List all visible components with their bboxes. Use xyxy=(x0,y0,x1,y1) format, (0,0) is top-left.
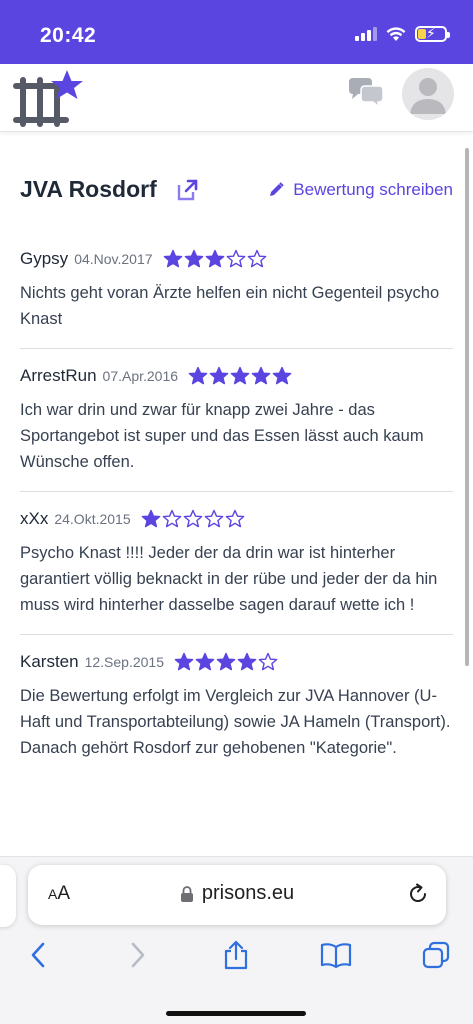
pencil-icon xyxy=(270,182,284,196)
status-bar: 20:42 ⚡ xyxy=(0,0,473,64)
review-date: 04.Nov.2017 xyxy=(74,251,153,267)
app-header xyxy=(0,64,473,132)
star-filled-icon xyxy=(163,249,182,268)
star-filled-icon xyxy=(184,249,203,268)
home-indicator xyxy=(166,1011,306,1016)
star-filled-icon xyxy=(174,652,194,671)
previous-tab-card[interactable] xyxy=(0,865,16,927)
bookmarks-icon[interactable] xyxy=(318,937,354,973)
chat-bubbles-icon[interactable] xyxy=(346,76,386,112)
url-text[interactable]: prisons.eu xyxy=(202,882,294,905)
scrollbar[interactable] xyxy=(465,148,469,666)
review-item: Gypsy 04.Nov.2017 Nichts geht voran Ärzt… xyxy=(20,232,453,349)
review-item: ArrestRun 07.Apr.2016 Ich war drin und z… xyxy=(20,349,453,492)
review-date: 07.Apr.2016 xyxy=(102,368,179,384)
write-review-label: Bewertung schreiben xyxy=(293,180,453,199)
share-icon[interactable] xyxy=(218,937,254,973)
reviews-list: Gypsy 04.Nov.2017 Nichts geht voran Ärzt… xyxy=(20,232,453,777)
tabs-icon[interactable] xyxy=(418,937,454,973)
browser-bottom-bar: AA prisons.eu xyxy=(0,856,473,1024)
star-empty-icon xyxy=(162,509,181,528)
browser-toolbar xyxy=(0,935,473,979)
status-time: 20:42 xyxy=(40,24,97,47)
review-author: Karsten xyxy=(20,652,79,671)
lock-icon xyxy=(180,885,193,902)
star-empty-icon xyxy=(183,509,202,528)
status-icons: ⚡ xyxy=(355,25,450,42)
star-filled-icon xyxy=(237,652,257,671)
star-empty-icon xyxy=(247,249,266,268)
review-text: Ich war drin und zwar für knapp zwei Jah… xyxy=(20,401,424,471)
star-empty-icon xyxy=(226,249,245,268)
review-item: Karsten 12.Sep.2015 Die Bewertung erfolg… xyxy=(20,635,453,777)
star-filled-icon xyxy=(251,366,271,385)
prisons-logo-icon[interactable] xyxy=(10,68,84,128)
reload-icon[interactable] xyxy=(406,882,430,906)
battery-icon: ⚡ xyxy=(415,25,450,42)
wifi-icon xyxy=(386,26,406,41)
star-empty-icon xyxy=(225,509,244,528)
star-filled-icon xyxy=(205,249,224,268)
review-text: Nichts geht voran Ärzte helfen ein nicht… xyxy=(20,284,440,328)
address-bar[interactable]: AA prisons.eu xyxy=(28,865,446,925)
star-filled-icon xyxy=(209,366,229,385)
star-filled-icon xyxy=(195,652,215,671)
star-filled-icon xyxy=(272,366,292,385)
star-filled-icon xyxy=(216,652,236,671)
review-author: ArrestRun xyxy=(20,366,97,385)
back-icon[interactable] xyxy=(20,937,56,973)
star-rating xyxy=(163,249,267,269)
star-filled-icon xyxy=(188,366,208,385)
review-text: Die Bewertung erfolgt im Vergleich zur J… xyxy=(20,687,451,757)
forward-icon[interactable] xyxy=(120,937,156,973)
review-text: Psycho Knast !!!! Jeder der da drin war … xyxy=(20,544,438,614)
star-rating xyxy=(174,652,278,672)
review-date: 12.Sep.2015 xyxy=(84,654,164,670)
user-avatar-icon[interactable] xyxy=(402,68,454,120)
page-title: JVA Rosdorf xyxy=(20,176,157,202)
review-item: xXx 24.Okt.2015 Psycho Knast !!!! Jeder … xyxy=(20,492,453,635)
star-rating xyxy=(141,509,245,529)
star-filled-icon xyxy=(230,366,250,385)
write-review-button[interactable]: Bewertung schreiben xyxy=(267,180,453,200)
review-date: 24.Okt.2015 xyxy=(54,511,131,527)
title-row: JVA Rosdorf Bewertung schreiben xyxy=(20,174,453,210)
star-empty-icon xyxy=(204,509,223,528)
review-author: xXx xyxy=(20,509,49,528)
star-filled-icon xyxy=(141,509,160,528)
star-empty-icon xyxy=(258,652,278,671)
external-link-icon[interactable] xyxy=(175,178,199,202)
star-rating xyxy=(188,366,292,386)
cellular-signal-icon xyxy=(355,27,377,41)
review-author: Gypsy xyxy=(20,249,69,268)
